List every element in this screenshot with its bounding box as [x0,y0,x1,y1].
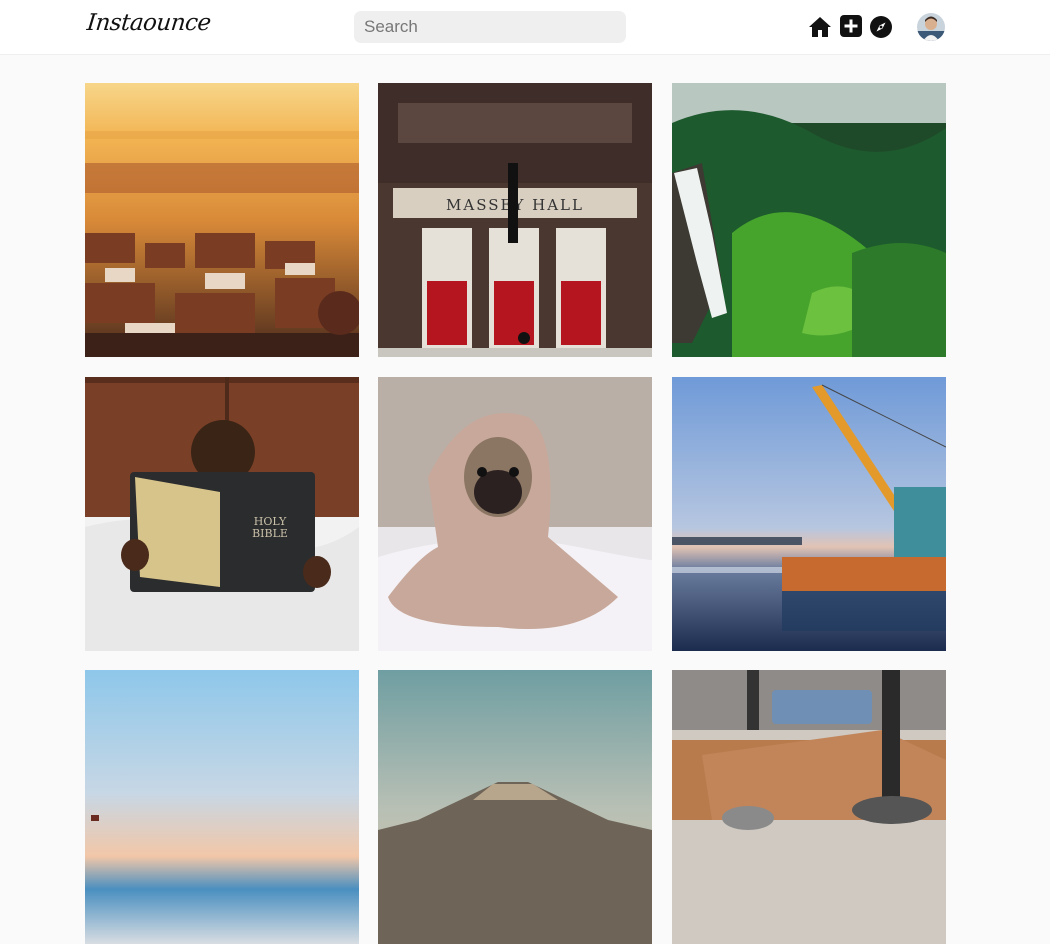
plus-square-icon[interactable] [840,15,862,37]
brand-logo[interactable]: Instaounce [86,10,212,36]
sunset-city-image [85,83,359,357]
photo-mountain[interactable] [378,670,652,944]
photo-sunset-city[interactable] [85,83,359,357]
photo-waterfall[interactable] [672,83,946,357]
photo-child-reading[interactable]: HOLY BIBLE [85,377,359,651]
avatar-image [917,13,945,41]
photo-leather-desk[interactable] [672,670,946,944]
top-bar: Instaounce [0,0,1050,55]
avatar[interactable] [917,13,945,41]
svg-text:BIBLE: BIBLE [252,527,288,540]
mountain-image [378,670,652,944]
leather-desk-image [672,670,946,944]
photo-beach-sky[interactable] [85,670,359,944]
photo-massey-hall[interactable]: MASSEY HALL [378,83,652,357]
beach-sky-image [85,670,359,944]
photo-pug-blanket[interactable] [378,377,652,651]
waterfall-image [672,83,946,357]
massey-hall-image: MASSEY HALL [378,83,652,357]
home-icon[interactable] [808,15,832,39]
harbor-crane-image [672,377,946,651]
photo-harbor-crane[interactable] [672,377,946,651]
pug-blanket-image [378,377,652,651]
search-input[interactable] [354,11,626,43]
child-reading-image: HOLY BIBLE [85,377,359,651]
compass-icon[interactable] [870,16,892,38]
